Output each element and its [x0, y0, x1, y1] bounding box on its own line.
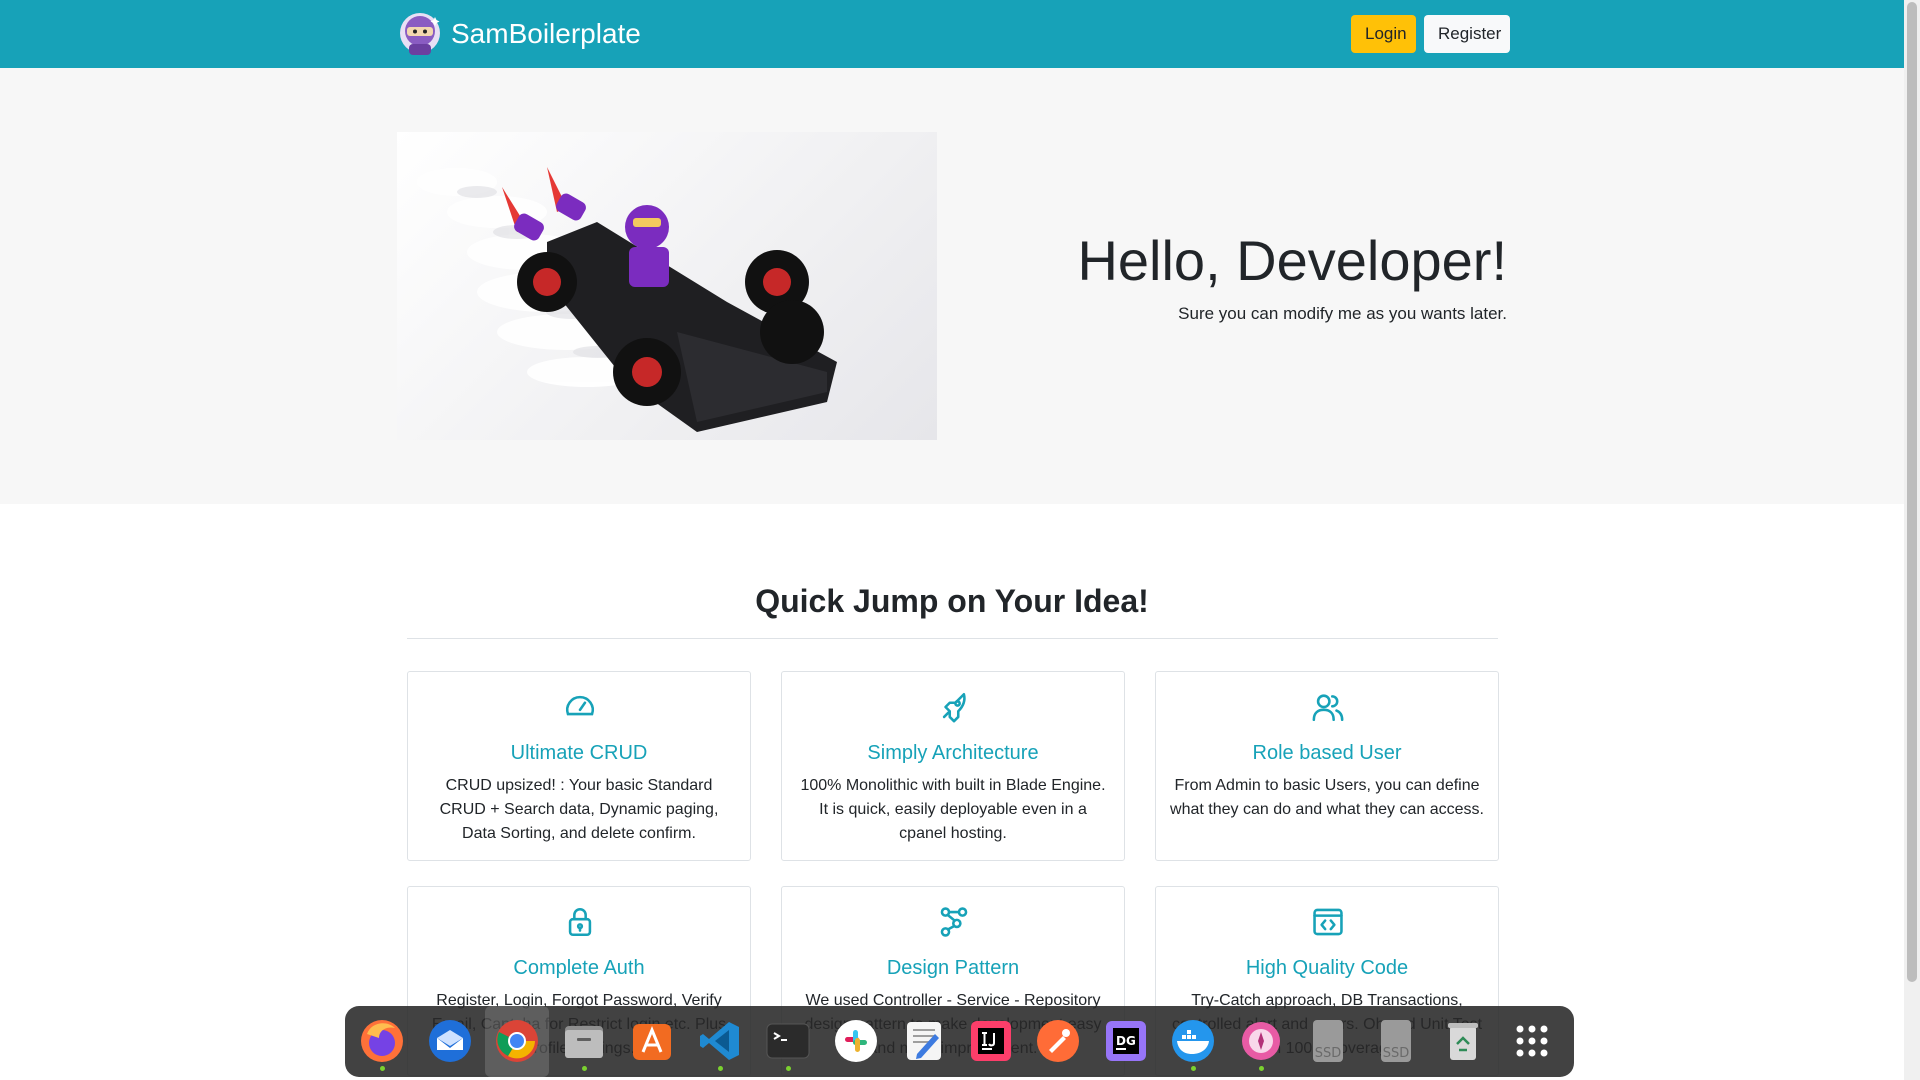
feature-text: 100% Monolithic with built in Blade Engi… — [800, 777, 1106, 842]
top-navbar: SamBoilerplate Login Register — [0, 0, 1904, 68]
slack-icon[interactable] — [831, 1016, 881, 1066]
trash-icon[interactable] — [1438, 1016, 1488, 1066]
ninja-logo-icon — [400, 13, 440, 55]
running-indicator — [786, 1066, 791, 1071]
running-indicator — [1259, 1066, 1264, 1071]
hero-section: Hello, Developer! Sure you can modify me… — [0, 68, 1904, 504]
app-grid-icon[interactable] — [1507, 1016, 1557, 1066]
feature-card: Role based User From Admin to basic User… — [1155, 671, 1499, 861]
register-button[interactable]: Register — [1424, 15, 1510, 53]
hero-subtitle: Sure you can modify me as you wants late… — [1178, 304, 1507, 323]
running-indicator — [380, 1066, 385, 1071]
section-divider — [407, 638, 1498, 639]
speedometer-icon — [566, 695, 594, 716]
chrome-icon[interactable] — [492, 1016, 542, 1066]
firefox-icon[interactable] — [357, 1016, 407, 1066]
feature-title: Ultimate CRUD — [510, 742, 648, 764]
feature-title: Simply Architecture — [867, 742, 1039, 764]
ssd-drive-icon[interactable]: SSD — [1303, 1016, 1353, 1066]
intellij-icon[interactable] — [966, 1016, 1016, 1066]
terminal-icon[interactable] — [763, 1016, 813, 1066]
users-icon — [1312, 694, 1344, 722]
scrollbar-thumb[interactable] — [1907, 2, 1917, 982]
feature-title: Design Pattern — [886, 957, 1020, 979]
brand-name: SamBoilerplate — [451, 18, 641, 49]
features-heading: Quick Jump on Your Idea! — [755, 583, 1149, 619]
compass-icon[interactable] — [1236, 1016, 1286, 1066]
running-indicator — [718, 1066, 723, 1071]
feature-title: Role based User — [1252, 742, 1402, 764]
feature-text: CRUD upsized! : Your basic Standard CRUD… — [439, 777, 719, 842]
login-button[interactable]: Login — [1351, 15, 1416, 53]
feature-card: Ultimate CRUD CRUD upsized! : Your basic… — [407, 671, 751, 861]
share-nodes-icon — [940, 907, 968, 937]
ssd-drive-icon[interactable]: SSD — [1371, 1016, 1421, 1066]
hero-title: Hello, Developer! — [1077, 229, 1507, 292]
text-editor-icon[interactable] — [899, 1016, 949, 1066]
rocket-icon — [942, 692, 966, 723]
running-indicator — [1191, 1066, 1196, 1071]
feature-text: From Admin to basic Users, you can defin… — [1170, 777, 1484, 818]
feature-card: Simply Architecture 100% Monolithic with… — [781, 671, 1125, 861]
svg-text:DG: DG — [1116, 1034, 1136, 1048]
app-store-icon[interactable] — [627, 1016, 677, 1066]
code-window-icon — [1313, 908, 1343, 936]
race-car-illustration-icon — [417, 167, 837, 432]
thunderbird-icon[interactable] — [425, 1016, 475, 1066]
running-indicator — [582, 1066, 587, 1071]
lock-icon — [568, 908, 592, 937]
vscode-icon[interactable] — [695, 1016, 745, 1066]
datagrip-icon[interactable]: DG — [1101, 1016, 1151, 1066]
files-icon[interactable] — [559, 1016, 609, 1066]
drive-label: SSD — [1314, 1046, 1342, 1061]
hero-image — [397, 132, 937, 440]
feature-title: High Quality Code — [1245, 957, 1409, 979]
docker-icon[interactable] — [1168, 1016, 1218, 1066]
app-dock: DG SSD SSD — [345, 1006, 1574, 1077]
drive-label: SSD — [1382, 1046, 1410, 1061]
brand-link[interactable]: SamBoilerplate — [397, 10, 641, 58]
feature-title: Complete Auth — [513, 957, 645, 979]
postman-icon[interactable] — [1033, 1016, 1083, 1066]
